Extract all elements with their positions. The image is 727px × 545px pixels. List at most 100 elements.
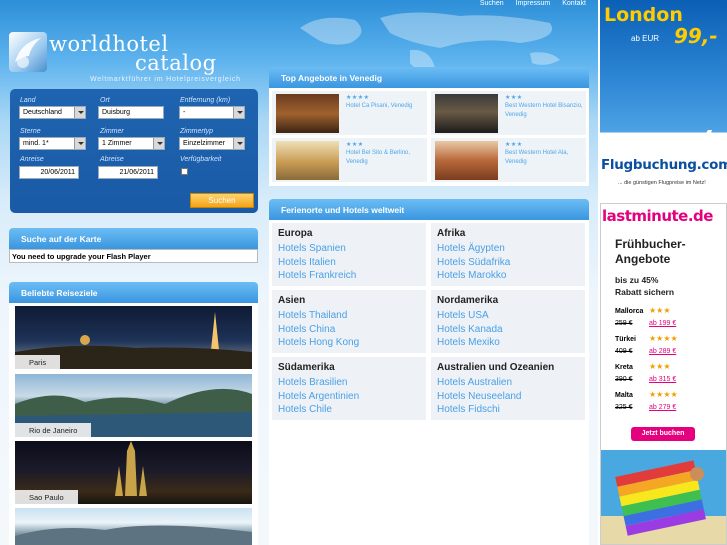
region-africa: Afrika Hotels Ägypten Hotels Südafrika H… (431, 223, 585, 286)
ad-headline: Frühbucher- Angebote (615, 237, 686, 267)
offer-card[interactable]: ★★★ Best Western Hotel Bisanzio, Venedig (431, 91, 586, 135)
chevron-down-icon (233, 138, 244, 149)
ad-deal[interactable]: Kreta ★★★ 390 € ab 315 € (615, 362, 715, 390)
region-link[interactable]: Hotels Südafrika (437, 256, 585, 270)
offer-hotel-name[interactable]: Hotel Ca Pisani, Venedig (346, 102, 424, 111)
ad-city: London (604, 4, 683, 26)
hotel-photo (435, 141, 498, 180)
destination-city-4[interactable] (15, 508, 252, 545)
region-link[interactable]: Hotels Neuseeland (437, 390, 585, 404)
star-rating: ★★★ (346, 142, 364, 148)
destination-sao-paulo[interactable]: Sao Paulo (15, 441, 252, 504)
room-type-select[interactable]: Einzelzimmer (179, 137, 245, 150)
offer-hotel-name[interactable]: Best Western Hotel Ala, Venedig (505, 149, 583, 167)
country-label: Land (20, 97, 36, 104)
region-link[interactable]: Hotels Mexiko (437, 336, 585, 350)
destination-rio[interactable]: Rio de Janeiro (15, 374, 252, 437)
distance-select[interactable]: - (179, 106, 245, 119)
ad-book-now-button[interactable]: Jetzt buchen (631, 427, 695, 441)
region-link[interactable]: Hotels Kanada (437, 323, 585, 337)
ad-deal[interactable]: Türkei ★★★★ 409 € ab 289 € (615, 334, 715, 362)
distance-select-value: - (183, 109, 186, 116)
logo-text-catalog: catalog (135, 51, 217, 75)
ad-brand: Flugbuchung.com (601, 157, 727, 173)
region-south-america: Südamerika Hotels Brasilien Hotels Argen… (272, 357, 426, 420)
ad-subline: bis zu 45% Rabatt sichern (615, 274, 674, 298)
rooms-label: Zimmer (100, 128, 124, 135)
nav-contact-link[interactable]: Kontakt (562, 0, 586, 10)
top-navigation: Suchen Impressum Kontakt (480, 0, 586, 10)
offer-hotel-name[interactable]: Best Western Hotel Bisanzio, Venedig (505, 102, 583, 120)
destination-paris[interactable]: Paris (15, 306, 252, 369)
region-oceania: Australien und Ozeanien Hotels Australie… (431, 357, 585, 420)
deal-stars: ★★★★ (649, 334, 678, 343)
top-offers-header: Top Angebote in Venedig (269, 67, 589, 88)
rooms-select-value: 1 Zimmer (102, 140, 132, 147)
region-link[interactable]: Hotels Hong Kong (278, 336, 426, 350)
nav-search-link[interactable]: Suchen (480, 0, 504, 10)
regions-header: Ferienorte und Hotels weltweit (269, 199, 589, 220)
map-search-header: Suche auf der Karte (9, 228, 258, 249)
region-link[interactable]: Hotels China (278, 323, 426, 337)
region-link[interactable]: Hotels Marokko (437, 269, 585, 283)
star-rating: ★★★ (505, 142, 523, 148)
region-link[interactable]: Hotels Brasilien (278, 376, 426, 390)
ad-deal[interactable]: Malta ★★★★ 325 € ab 279 € (615, 390, 715, 418)
deal-place: Türkei (615, 336, 637, 343)
deal-place: Malta (615, 392, 633, 399)
deal-new-price: ab 315 € (649, 376, 677, 383)
stars-select-value: mind. 1* (23, 140, 49, 147)
availability-label: Verfügbarkeit (180, 156, 222, 163)
nav-imprint-link[interactable]: Impressum (516, 0, 551, 10)
popular-destinations-header: Beliebte Reiseziele (9, 282, 258, 303)
hotel-search-form: Land Deutschland Ort Duisburg Entfernung… (10, 89, 258, 213)
ad-deals-list: Mallorca ★★★ 259 € ab 199 € Türkei ★★★★ … (615, 306, 715, 418)
lastminute-ad-banner[interactable]: lastminute.de Frühbucher- Angebote bis z… (600, 203, 727, 545)
site-logo[interactable]: worldhotel catalog (9, 32, 217, 75)
deal-stars: ★★★ (649, 362, 671, 371)
offer-card[interactable]: ★★★ Best Western Hotel Ala, Venedig (431, 138, 586, 182)
departure-label: Abreise (100, 156, 124, 163)
city-input[interactable]: Duisburg (98, 106, 164, 119)
chevron-down-icon (74, 107, 85, 118)
chevron-down-icon (153, 138, 164, 149)
region-link[interactable]: Hotels Italien (278, 256, 426, 270)
deal-new-price: ab 199 € (649, 320, 677, 327)
ad-brand: lastminute.de (602, 207, 713, 225)
region-link[interactable]: Hotels Australien (437, 376, 585, 390)
region-link[interactable]: Hotels USA (437, 309, 585, 323)
region-link[interactable]: Hotels Fidschi (437, 403, 585, 417)
flugbuchung-ad-banner[interactable]: London ab EUR 99,- Flugbuchung.com ... d… (600, 0, 727, 195)
destination-label: Paris (15, 355, 61, 369)
region-title: Afrika (437, 228, 466, 239)
region-link[interactable]: Hotels Thailand (278, 309, 426, 323)
region-link[interactable]: Hotels Argentinien (278, 390, 426, 404)
ad-deal[interactable]: Mallorca ★★★ 259 € ab 199 € (615, 306, 715, 334)
region-link[interactable]: Hotels Chile (278, 403, 426, 417)
offer-hotel-name[interactable]: Hotel Bel Sito & Berlino, Venedig (346, 149, 424, 167)
search-button[interactable]: Suchen (190, 193, 254, 208)
availability-checkbox[interactable] (181, 168, 188, 175)
deal-new-price: ab 279 € (649, 404, 677, 411)
stars-select[interactable]: mind. 1* (19, 137, 86, 150)
region-link[interactable]: Hotels Spanien (278, 242, 426, 256)
country-select[interactable]: Deutschland (19, 106, 86, 119)
region-title: Asien (278, 295, 306, 306)
ad-price-prefix: ab EUR (631, 34, 660, 43)
region-link[interactable]: Hotels Ägypten (437, 242, 585, 256)
ad-subline-line: bis zu 45% (615, 275, 659, 285)
departure-date-input[interactable]: 21/06/2011 (98, 166, 158, 179)
region-link[interactable]: Hotels Frankreich (278, 269, 426, 283)
deal-old-price: 325 € (615, 404, 633, 411)
deal-place: Kreta (615, 364, 633, 371)
arrival-date-input[interactable]: 20/06/2011 (19, 166, 79, 179)
offer-card[interactable]: ★★★★ Hotel Ca Pisani, Venedig (272, 91, 427, 135)
offer-card[interactable]: ★★★ Hotel Bel Sito & Berlino, Venedig (272, 138, 427, 182)
flash-player-message: You need to upgrade your Flash Player (9, 249, 258, 263)
deal-old-price: 409 € (615, 348, 633, 355)
deal-old-price: 390 € (615, 376, 633, 383)
deal-old-price: 259 € (615, 320, 633, 327)
region-title: Australien und Ozeanien (437, 362, 555, 373)
rooms-select[interactable]: 1 Zimmer (98, 137, 165, 150)
room-type-label: Zimmertyp (180, 128, 214, 135)
